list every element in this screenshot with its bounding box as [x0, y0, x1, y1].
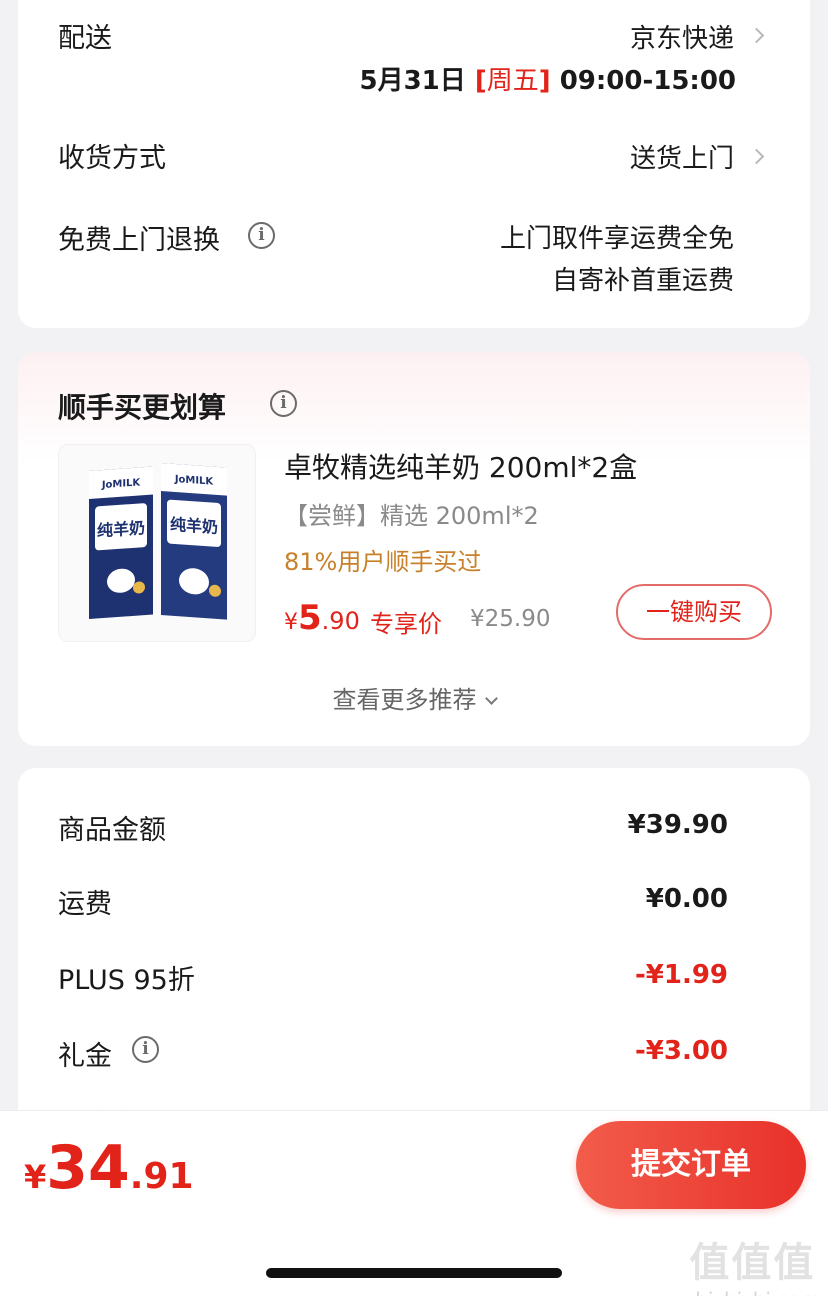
bottom-action-bar: ¥34.91 提交订单 — [0, 1110, 828, 1220]
receive-value[interactable]: 送货上门 — [630, 138, 734, 175]
home-area: 值值值 zhizhizhi.com — [0, 1220, 828, 1296]
more-recommendations-link[interactable]: 查看更多推荐 — [18, 680, 810, 715]
gift-cash-value: -¥3.00 — [634, 1036, 728, 1066]
more-recommendations-label: 查看更多推荐 — [332, 686, 477, 714]
submit-order-button[interactable]: 提交订单 — [576, 1121, 806, 1209]
order-summary-card: 商品金额 ¥39.90 运费 ¥0.00 PLUS 95折 -¥1.99 礼金 … — [18, 768, 810, 1140]
plus-discount-label: PLUS 95折 — [58, 965, 195, 996]
product-price: ¥5.90 — [284, 598, 360, 638]
weekday-bracket-close: ] — [538, 66, 551, 96]
delivery-label: 配送 — [58, 23, 112, 54]
returns-label: 免费上门退换 — [58, 225, 220, 256]
gift-cash-label: 礼金 — [58, 1041, 112, 1072]
carton-label: 纯羊奶 — [170, 515, 218, 537]
weekday-bracket-open: [ — [474, 66, 487, 96]
delivery-card: 配送 京东快递 5月31日 [周五] 09:00-15:00 收货方式 送货上门… — [18, 0, 810, 328]
price-symbol: ¥ — [284, 610, 298, 635]
shipping-label: 运费 — [58, 889, 112, 920]
delivery-carrier[interactable]: 京东快递 — [630, 18, 734, 55]
watermark-logo: 值值值 — [689, 1240, 816, 1286]
total-price: ¥34.91 — [24, 1133, 194, 1203]
receive-label: 收货方式 — [58, 143, 166, 174]
info-icon[interactable]: i — [132, 1036, 159, 1063]
price-decimal: .90 — [321, 607, 360, 635]
delivery-window: 09:00-15:00 — [559, 66, 736, 96]
total-symbol: ¥ — [24, 1158, 47, 1196]
returns-line2: 自寄补首重运费 — [551, 266, 734, 296]
returns-line1: 上门取件享运费全免 — [499, 224, 734, 254]
recommendation-card: 顺手买更划算 i JoMILK 纯羊奶 JoMILK 纯羊奶 卓牧精选纯羊奶 2… — [18, 352, 810, 746]
delivery-date: 5月31日 — [359, 66, 466, 96]
subtotal-label: 商品金额 — [58, 815, 166, 846]
delivery-time[interactable]: 5月31日 [周五] 09:00-15:00 — [359, 60, 736, 97]
chevron-right-icon[interactable] — [748, 27, 765, 44]
info-icon[interactable]: i — [248, 222, 275, 249]
shipping-value: ¥0.00 — [645, 884, 728, 914]
product-image[interactable]: JoMILK 纯羊奶 JoMILK 纯羊奶 — [58, 444, 256, 642]
product-name[interactable]: 卓牧精选纯羊奶 200ml*2盒 — [284, 446, 637, 486]
watermark: 值值值 zhizhizhi.com — [685, 1230, 820, 1296]
carton-label: 纯羊奶 — [97, 518, 145, 540]
home-indicator[interactable] — [266, 1268, 562, 1278]
price-tag: 专享价 — [370, 610, 442, 638]
quick-buy-button[interactable]: 一键购买 — [616, 584, 772, 640]
total-decimal: .91 — [129, 1156, 194, 1197]
product-spec: 【尝鲜】精选 200ml*2 — [284, 502, 539, 530]
reco-title: 顺手买更划算 — [58, 391, 227, 424]
product-social-proof: 81%用户顺手买过 — [284, 548, 482, 576]
price-integer: 5 — [298, 598, 322, 638]
chevron-down-icon — [484, 692, 498, 705]
original-price: ¥25.90 — [470, 606, 551, 632]
milk-carton-image: JoMILK 纯羊奶 JoMILK 纯羊奶 — [89, 463, 227, 620]
info-icon[interactable]: i — [270, 390, 297, 417]
delivery-weekday: 周五 — [486, 66, 539, 96]
subtotal-value: ¥39.90 — [627, 810, 728, 840]
plus-discount-value: -¥1.99 — [634, 960, 728, 990]
watermark-url: zhizhizhi.com — [685, 1288, 820, 1296]
chevron-right-icon[interactable] — [748, 148, 765, 165]
total-integer: 34 — [46, 1133, 130, 1203]
